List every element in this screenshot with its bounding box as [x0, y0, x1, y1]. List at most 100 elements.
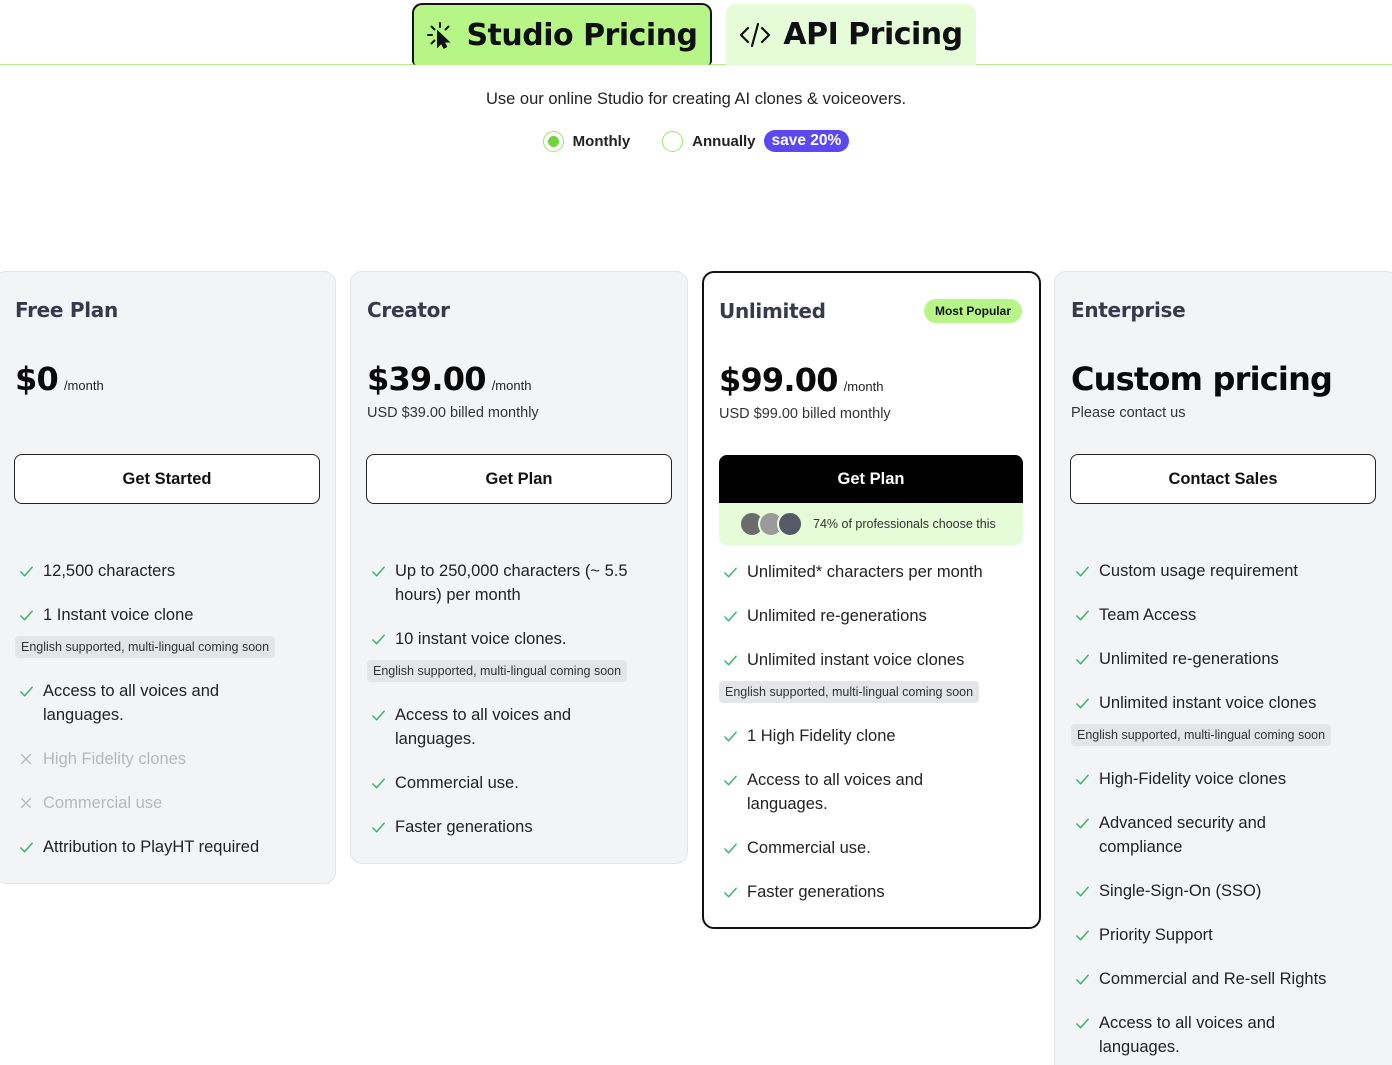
tab-label: Studio Pricing — [466, 17, 698, 53]
feature-item: Faster generations — [371, 815, 533, 839]
get-started-button[interactable]: Get Started — [14, 454, 320, 504]
check-icon — [1075, 691, 1092, 715]
feature-item: Unlimited instant voice clones — [1075, 691, 1316, 715]
feature-item: Unlimited* characters per month — [723, 560, 983, 584]
plan-price: $99.00 — [719, 361, 838, 399]
feature-item: Up to 250,000 characters (~ 5.5 hours) p… — [371, 559, 661, 607]
check-icon — [371, 559, 388, 583]
feature-item: Commercial and Re-sell Rights — [1075, 967, 1326, 991]
most-popular-badge: Most Popular — [923, 299, 1022, 323]
plan-name: Free Plan — [15, 298, 118, 322]
billing-monthly-label: Monthly — [572, 132, 631, 150]
feature-item: Custom usage requirement — [1075, 559, 1298, 583]
feature-item-disabled: High Fidelity clones — [19, 747, 186, 771]
feature-item: Team Access — [1075, 603, 1196, 627]
feature-item-disabled: Commercial use — [19, 791, 162, 815]
billing-monthly-option[interactable]: Monthly — [542, 130, 631, 152]
feature-item: Commercial use. — [723, 836, 871, 860]
plan-card-free: Free Plan $0 /month Get Started 12,500 c… — [0, 271, 336, 884]
plan-price: $0 — [15, 360, 59, 398]
tab-studio-pricing[interactable]: Studio Pricing — [412, 3, 712, 65]
feature-item: 1 Instant voice clone — [19, 603, 193, 627]
feature-item: Faster generations — [723, 880, 885, 904]
price-period: /month — [491, 378, 532, 393]
plan-card-unlimited: Unlimited Most Popular $99.00 /month USD… — [702, 271, 1041, 929]
save-badge: save 20% — [763, 130, 850, 152]
feature-item: Access to all voices and languages. — [371, 703, 631, 751]
plan-name: Enterprise — [1071, 298, 1186, 322]
tab-api-pricing[interactable]: API Pricing — [726, 4, 976, 65]
language-note: English supported, multi-lingual coming … — [1071, 724, 1332, 746]
price-period: /month — [63, 378, 104, 393]
contact-text: Please contact us — [1071, 405, 1186, 421]
feature-item: 12,500 characters — [19, 559, 175, 583]
check-icon — [19, 603, 36, 627]
feature-item: Attribution to PlayHT required — [19, 835, 259, 859]
check-icon — [371, 703, 388, 727]
price-row: $0 /month — [15, 360, 104, 398]
check-icon — [1075, 603, 1092, 627]
feature-item: Single-Sign-On (SSO) — [1075, 879, 1261, 903]
check-icon — [1075, 879, 1092, 903]
get-plan-button[interactable]: Get Plan — [366, 454, 672, 504]
check-icon — [1075, 811, 1092, 835]
billing-annually-label: Annually — [692, 132, 756, 150]
contact-sales-button[interactable]: Contact Sales — [1070, 454, 1376, 504]
get-plan-button[interactable]: Get Plan — [719, 455, 1023, 503]
check-icon — [1075, 967, 1092, 991]
check-icon — [19, 835, 36, 859]
avatar — [777, 511, 803, 537]
feature-item: Access to all voices and languages. — [19, 679, 279, 727]
language-note: English supported, multi-lingual coming … — [719, 681, 980, 703]
check-icon — [1075, 1011, 1092, 1035]
plan-card-enterprise: Enterprise Custom pricing Please contact… — [1054, 271, 1392, 1065]
plan-price: $39.00 — [367, 360, 486, 398]
feature-item: Commercial use. — [371, 771, 519, 795]
feature-item: Unlimited re-generations — [1075, 647, 1279, 671]
feature-item: Advanced security and compliance — [1075, 811, 1325, 859]
avatar-group — [739, 511, 803, 537]
code-icon — [739, 21, 771, 49]
plan-name: Creator — [367, 298, 450, 322]
x-icon — [19, 791, 36, 815]
check-icon — [19, 559, 36, 583]
check-icon — [1075, 767, 1092, 791]
feature-item: High-Fidelity voice clones — [1075, 767, 1286, 791]
check-icon — [1075, 559, 1092, 583]
billing-annually-option[interactable]: Annually — [662, 130, 756, 152]
radio-monthly[interactable] — [542, 130, 564, 152]
check-icon — [723, 560, 740, 584]
page-subtitle: Use our online Studio for creating AI cl… — [485, 90, 907, 108]
feature-item: Priority Support — [1075, 923, 1213, 947]
plan-price: Custom pricing — [1071, 360, 1333, 398]
language-note: English supported, multi-lingual coming … — [15, 636, 276, 658]
feature-item: Access to all voices and languages. — [723, 768, 973, 816]
check-icon — [723, 724, 740, 748]
language-note: English supported, multi-lingual coming … — [367, 660, 628, 682]
professionals-strip: 74% of professionals choose this — [719, 503, 1023, 545]
professionals-text: 74% of professionals choose this — [813, 517, 996, 531]
check-icon — [723, 648, 740, 672]
feature-item: Access to all voices and languages. — [1075, 1011, 1325, 1059]
billed-text: USD $39.00 billed monthly — [367, 405, 539, 421]
price-period: /month — [843, 379, 884, 394]
radio-annually[interactable] — [662, 130, 684, 152]
check-icon — [723, 836, 740, 860]
feature-item: 10 instant voice clones. — [371, 627, 567, 651]
plan-name: Unlimited — [719, 299, 826, 323]
plan-card-creator: Creator $39.00 /month USD $39.00 billed … — [350, 271, 688, 864]
price-row: $39.00 /month — [367, 360, 531, 398]
check-icon — [1075, 647, 1092, 671]
cursor-click-icon — [426, 21, 454, 49]
check-icon — [19, 679, 36, 703]
feature-item: 1 High Fidelity clone — [723, 724, 896, 748]
tab-label: API Pricing — [783, 17, 963, 52]
pricing-tab-bar: Studio Pricing API Pricing — [0, 0, 1392, 65]
check-icon — [723, 604, 740, 628]
check-icon — [723, 880, 740, 904]
check-icon — [723, 768, 740, 792]
feature-item: Unlimited instant voice clones — [723, 648, 964, 672]
check-icon — [371, 771, 388, 795]
check-icon — [1075, 923, 1092, 947]
x-icon — [19, 747, 36, 771]
